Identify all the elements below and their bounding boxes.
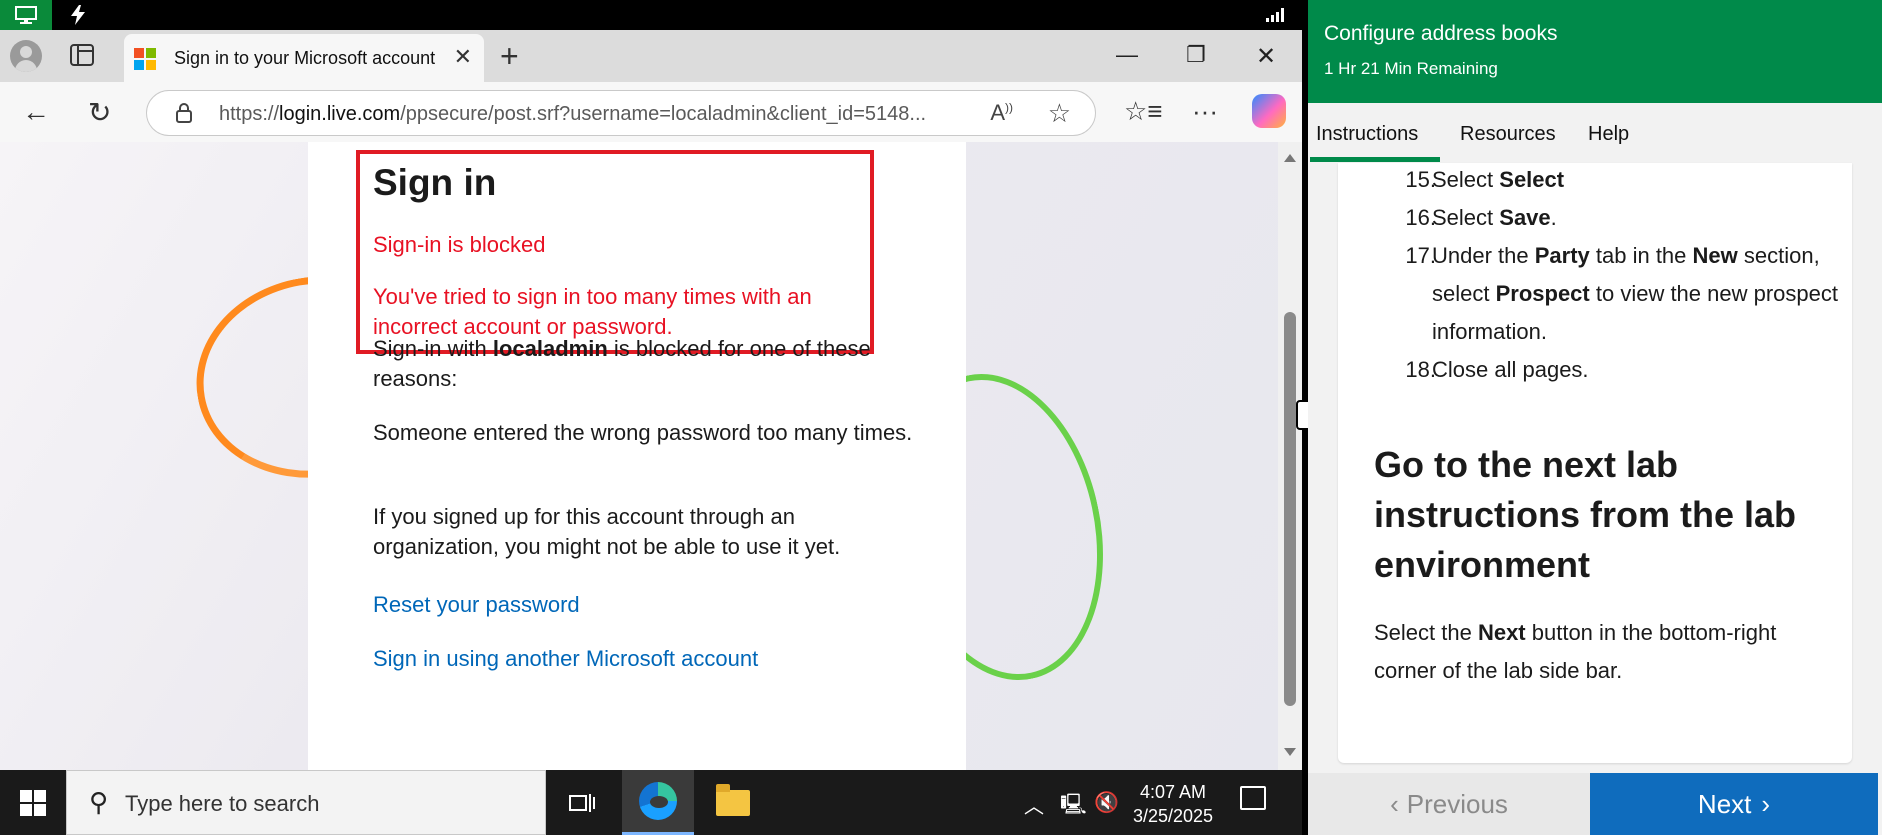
- clock[interactable]: 4:07 AM 3/25/2025: [1112, 780, 1234, 828]
- task-view-icon[interactable]: [552, 770, 612, 835]
- lab-footer: ‹ Previous Next ›: [1308, 773, 1882, 835]
- signal-icon: [1266, 8, 1284, 22]
- lab-title: Configure address books: [1324, 22, 1558, 45]
- favorites-list-icon[interactable]: ☆≡: [1124, 96, 1162, 127]
- next-button[interactable]: Next ›: [1590, 773, 1878, 835]
- address-bar[interactable]: https://login.live.com/ppsecure/post.srf…: [146, 90, 1096, 136]
- workspaces-icon[interactable]: [70, 44, 94, 66]
- signin-card: Sign in Sign-in is blocked You've tried …: [308, 142, 966, 770]
- tab-help[interactable]: Help: [1588, 123, 1629, 146]
- lightning-icon[interactable]: [52, 0, 104, 30]
- lab-header: Configure address books 1 Hr 21 Min Rema…: [1308, 0, 1882, 103]
- windows-taskbar: ⚲ Type here to search ︿ 🖳 🔇 4:07 AM 3/25…: [0, 770, 1302, 835]
- taskbar-search-box[interactable]: ⚲ Type here to search: [66, 770, 546, 835]
- next-lab-heading: Go to the next lab instructions from the…: [1374, 444, 1797, 585]
- restore-icon[interactable]: ❐: [1186, 42, 1206, 68]
- previous-button[interactable]: ‹ Previous: [1308, 773, 1590, 835]
- favorite-star-icon[interactable]: ☆: [1048, 98, 1071, 129]
- lock-icon[interactable]: [175, 103, 193, 123]
- edge-taskbar-button[interactable]: [622, 770, 694, 835]
- scroll-down-icon[interactable]: [1284, 748, 1296, 756]
- signin-blocked-text: Sign-in is blocked: [373, 232, 546, 257]
- lab-tabs: Instructions Resources Help: [1308, 103, 1882, 163]
- file-explorer-button[interactable]: [700, 770, 766, 835]
- reason-wrong-password: Someone entered the wrong password too m…: [373, 420, 913, 445]
- clock-date: 3/25/2025: [1132, 806, 1214, 826]
- signin-title: Sign in: [373, 162, 497, 203]
- clock-time: 4:07 AM: [1139, 782, 1207, 802]
- scroll-up-icon[interactable]: [1284, 154, 1296, 162]
- copilot-icon[interactable]: [1252, 94, 1286, 128]
- active-tab-indicator: [1310, 157, 1440, 162]
- search-placeholder: Type here to search: [125, 791, 320, 816]
- browser-tab-active[interactable]: Sign in to your Microsoft account ✕: [124, 34, 484, 82]
- tab-close-icon[interactable]: ✕: [454, 44, 472, 70]
- web-page: Sign in Sign-in is blocked You've tried …: [0, 142, 1278, 770]
- tab-strip: Sign in to your Microsoft account ✕ + — …: [0, 30, 1302, 82]
- profile-avatar-icon[interactable]: [10, 40, 42, 72]
- page-scrollbar[interactable]: [1278, 142, 1302, 770]
- screen: Sign in to your Microsoft account ✕ + — …: [0, 0, 1882, 835]
- reason-organization: If you signed up for this account throug…: [373, 504, 841, 559]
- reset-password-link[interactable]: Reset your password: [373, 592, 580, 618]
- browser-window: Sign in to your Microsoft account ✕ + — …: [0, 30, 1302, 770]
- search-icon: ⚲: [89, 787, 109, 817]
- blocked-reason-text: Sign-in with localadmin is blocked for o…: [373, 336, 871, 391]
- more-options-icon[interactable]: ···: [1192, 96, 1218, 127]
- lab-panel: Configure address books 1 Hr 21 Min Rema…: [1308, 0, 1882, 835]
- scroll-thumb[interactable]: [1284, 312, 1296, 706]
- edge-icon: [639, 782, 677, 820]
- back-arrow-icon[interactable]: ←: [22, 96, 50, 128]
- chevron-left-icon: ‹: [1390, 788, 1399, 819]
- tab-instructions[interactable]: Instructions: [1316, 123, 1418, 146]
- browser-toolbar: ← ↻ https://login.live.com/ppsecure/post…: [0, 82, 1302, 142]
- chevron-up-icon[interactable]: ︿: [1024, 790, 1044, 819]
- chevron-right-icon: ›: [1761, 788, 1771, 819]
- read-aloud-icon[interactable]: A)): [990, 100, 1013, 126]
- microsoft-logo-icon: [134, 48, 156, 70]
- new-tab-icon[interactable]: +: [500, 38, 519, 75]
- url-text: https://login.live.com/ppsecure/post.srf…: [219, 103, 927, 125]
- minimize-icon[interactable]: —: [1116, 42, 1138, 68]
- next-lab-instruction: Select the Next button in the bottom-rig…: [1374, 620, 1777, 683]
- window-close-icon[interactable]: ✕: [1256, 42, 1276, 71]
- tab-resources[interactable]: Resources: [1460, 123, 1556, 146]
- windows-logo-icon: [20, 789, 46, 816]
- tab-title: Sign in to your Microsoft account: [174, 48, 436, 68]
- folder-icon: [716, 783, 750, 816]
- vm-top-bar: [0, 0, 1302, 30]
- start-button[interactable]: [0, 770, 66, 835]
- too-many-attempts-text: You've tried to sign in too many times w…: [373, 284, 812, 339]
- refresh-icon[interactable]: ↻: [88, 96, 111, 129]
- other-account-link[interactable]: Sign in using another Microsoft account: [373, 646, 758, 672]
- notifications-icon[interactable]: [1240, 786, 1266, 810]
- monitor-icon[interactable]: [0, 0, 52, 30]
- network-icon[interactable]: 🖳: [1060, 790, 1087, 824]
- time-remaining: 1 Hr 21 Min Remaining: [1324, 59, 1498, 78]
